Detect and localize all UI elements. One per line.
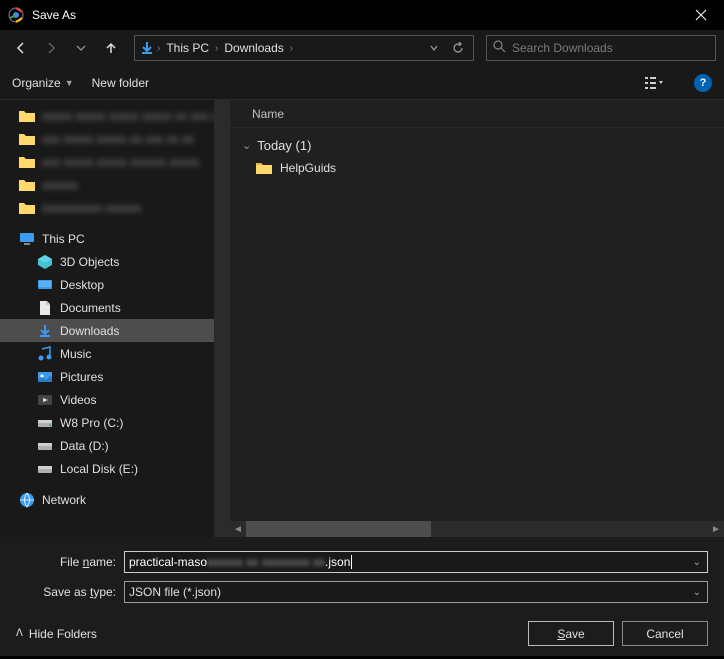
tree-item-documents[interactable]: Documents (0, 296, 230, 319)
folder-icon (18, 176, 36, 194)
window-title: Save As (32, 8, 686, 22)
folder-icon (256, 161, 272, 175)
type-label: Save as type: (16, 585, 124, 599)
help-button[interactable]: ? (694, 74, 712, 92)
refresh-button[interactable] (447, 37, 469, 59)
search-bar[interactable] (486, 35, 716, 61)
tree-item-3d-objects[interactable]: 3D Objects (0, 250, 230, 273)
file-list[interactable]: ⌄ Today (1) HelpGuids (230, 128, 724, 521)
breadcrumb-bar[interactable]: › This PC › Downloads › (134, 35, 474, 61)
view-options-button[interactable] (640, 71, 668, 95)
tree-item-videos[interactable]: Videos (0, 388, 230, 411)
network-icon (18, 491, 36, 509)
organize-button[interactable]: Organize▼ (12, 76, 74, 90)
downloads-icon (139, 40, 155, 56)
chevron-right-icon[interactable]: › (290, 43, 293, 54)
tree-item-pictures[interactable]: Pictures (0, 365, 230, 388)
breadcrumb-downloads[interactable]: Downloads (220, 41, 287, 55)
drive-icon (36, 460, 54, 478)
chevron-right-icon[interactable]: › (157, 43, 160, 54)
content-area: Name ⌄ Today (1) HelpGuids ◄ ► (230, 100, 724, 537)
tree-item-downloads[interactable]: Downloads (0, 319, 230, 342)
folder-icon (18, 153, 36, 171)
search-icon (493, 40, 506, 56)
up-button[interactable] (98, 35, 124, 61)
tree-item-network[interactable]: Network (0, 488, 230, 511)
file-item-helpguids[interactable]: HelpGuids (234, 157, 720, 179)
navbar: › This PC › Downloads › (0, 30, 724, 66)
chevron-down-icon: ⌄ (242, 139, 251, 152)
filename-label: File name: (16, 555, 124, 569)
tree-item-blurred[interactable]: xxx xxxxx xxxxx xxxxxx xxxxx (0, 150, 230, 173)
tree-item-music[interactable]: Music (0, 342, 230, 365)
folder-tree[interactable]: xxxxx xxxxx xxxxx xxxxx xx xxx x xxx xxx… (0, 100, 230, 537)
tree-item-drive-c[interactable]: W8 Pro (C:) (0, 411, 230, 434)
chrome-icon (8, 7, 24, 23)
3d-objects-icon (36, 253, 54, 271)
tree-item-blurred[interactable]: xxxxxxxxxx xxxxxx (0, 196, 230, 219)
tree-item-thispc[interactable]: This PC (0, 227, 230, 250)
computer-icon (18, 230, 36, 248)
folder-icon (18, 199, 36, 217)
scroll-thumb[interactable] (246, 521, 431, 537)
filename-field[interactable]: practical-masoxxxxxx xx xxxxxxxx xx.json… (124, 551, 708, 573)
text-cursor (351, 555, 352, 569)
chevron-up-icon: ᐱ (16, 628, 23, 639)
music-icon (36, 345, 54, 363)
documents-icon (36, 299, 54, 317)
search-input[interactable] (512, 41, 709, 55)
videos-icon (36, 391, 54, 409)
filetype-field[interactable]: JSON file (*.json) ⌄ (124, 581, 708, 603)
breadcrumb-thispc[interactable]: This PC (162, 41, 213, 55)
tree-item-drive-e[interactable]: Local Disk (E:) (0, 457, 230, 480)
tree-item-drive-d[interactable]: Data (D:) (0, 434, 230, 457)
filetype-dropdown[interactable]: ⌄ (693, 587, 701, 598)
horizontal-scrollbar[interactable]: ◄ ► (230, 521, 724, 537)
forward-button[interactable] (38, 35, 64, 61)
group-today[interactable]: ⌄ Today (1) (234, 134, 720, 157)
back-button[interactable] (8, 35, 34, 61)
scroll-right-arrow[interactable]: ► (708, 521, 724, 537)
new-folder-button[interactable]: New folder (92, 76, 149, 90)
main-area: xxxxx xxxxx xxxxx xxxxx xx xxx x xxx xxx… (0, 100, 724, 537)
tree-scrollbar[interactable] (214, 100, 230, 537)
downloads-icon (36, 322, 54, 340)
drive-icon (36, 414, 54, 432)
tree-item-blurred[interactable]: xxxxx xxxxx xxxxx xxxxx xx xxx x (0, 104, 230, 127)
content-header[interactable]: Name (230, 100, 724, 128)
bottom-panel: File name: practical-masoxxxxxx xx xxxxx… (0, 537, 724, 656)
filename-dropdown[interactable]: ⌄ (693, 557, 701, 568)
save-button[interactable]: Save (528, 621, 614, 646)
chevron-right-icon[interactable]: › (215, 43, 218, 54)
folder-icon (18, 107, 36, 125)
toolbar: Organize▼ New folder ? (0, 66, 724, 100)
close-button[interactable] (686, 0, 716, 30)
drive-icon (36, 437, 54, 455)
folder-icon (18, 130, 36, 148)
tree-item-desktop[interactable]: Desktop (0, 273, 230, 296)
address-dropdown[interactable] (423, 37, 445, 59)
pictures-icon (36, 368, 54, 386)
titlebar: Save As (0, 0, 724, 30)
cancel-button[interactable]: Cancel (622, 621, 708, 646)
tree-item-blurred[interactable]: xxx xxxxx xxxxx xx xxx xx xx (0, 127, 230, 150)
column-name[interactable]: Name (252, 107, 284, 121)
recent-dropdown[interactable] (68, 35, 94, 61)
hide-folders-button[interactable]: ᐱ Hide Folders (16, 627, 97, 641)
tree-item-blurred[interactable]: xxxxxx (0, 173, 230, 196)
desktop-icon (36, 276, 54, 294)
scroll-left-arrow[interactable]: ◄ (230, 521, 246, 537)
